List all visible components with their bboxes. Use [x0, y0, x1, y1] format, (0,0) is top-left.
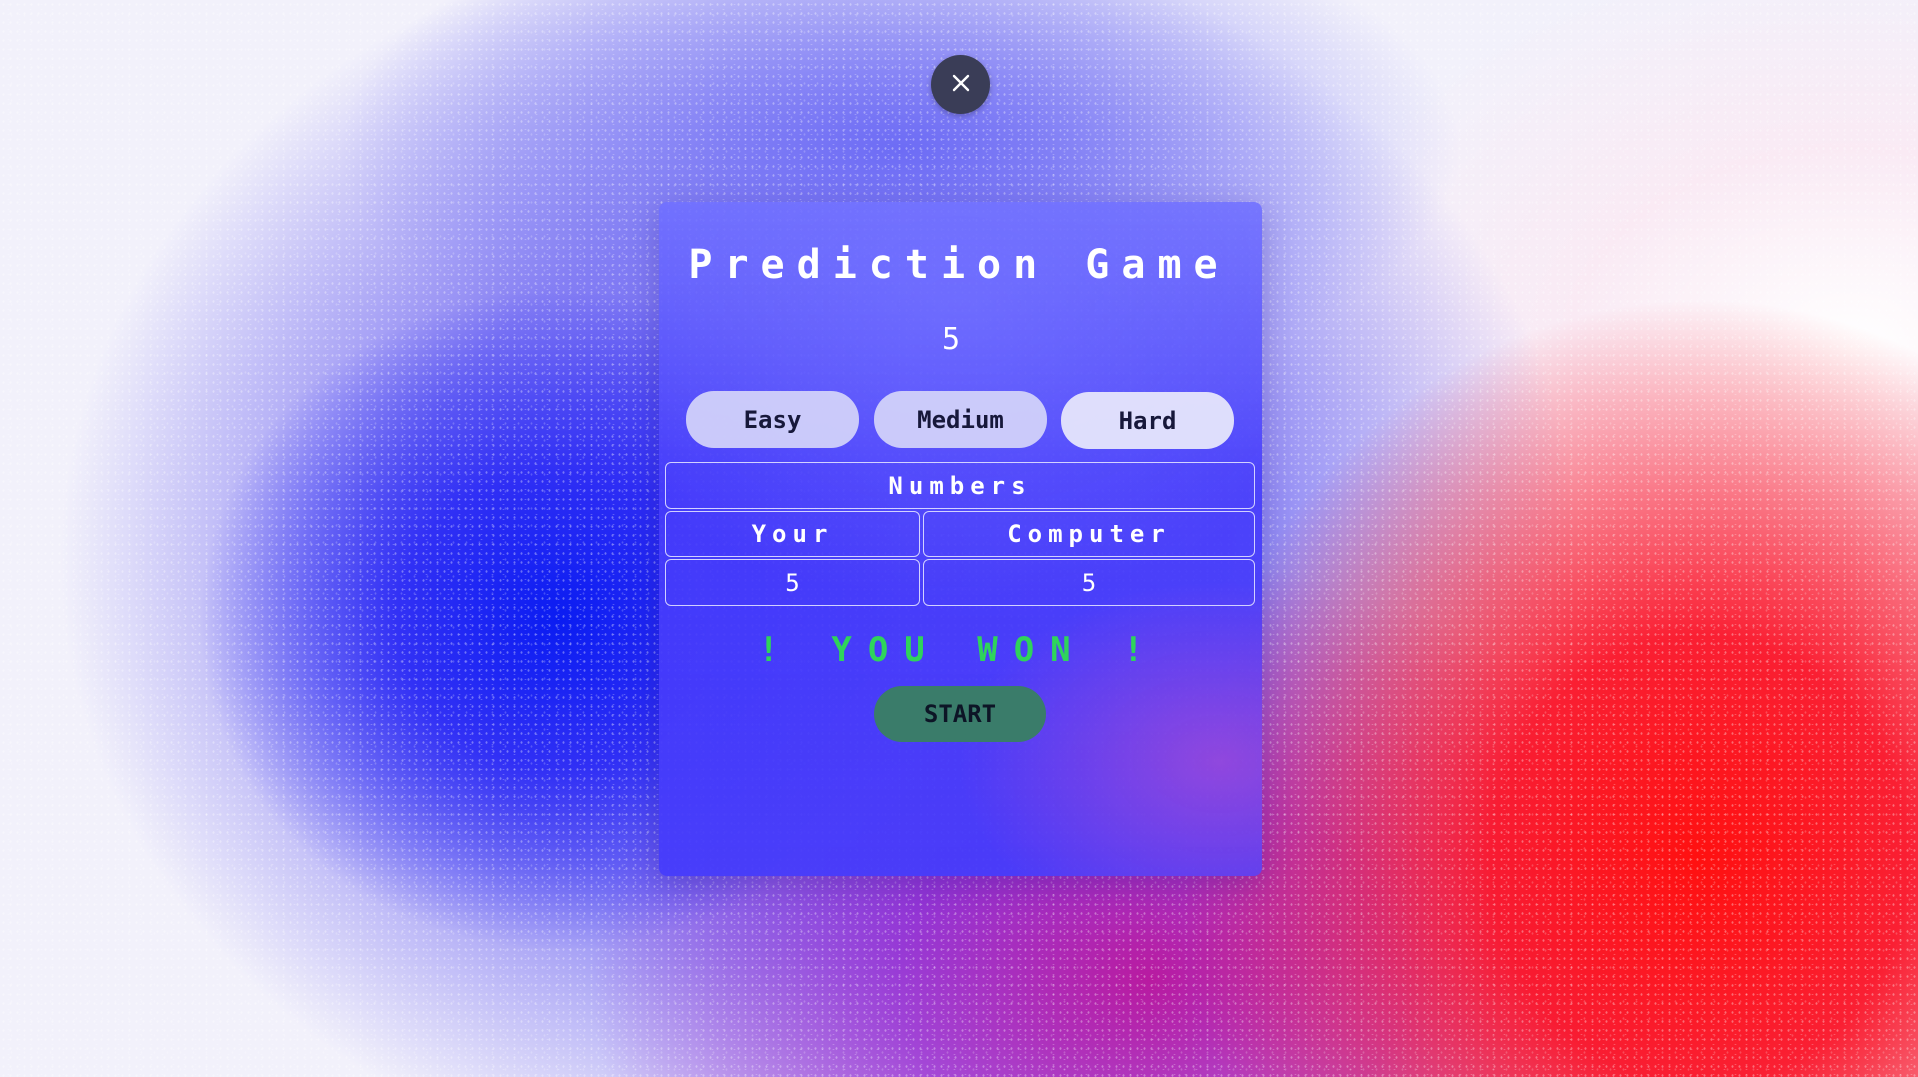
computer-label: Computer: [923, 511, 1255, 557]
medium-button[interactable]: Medium: [874, 391, 1047, 448]
computer-number: 5: [923, 559, 1255, 606]
start-button[interactable]: START: [874, 686, 1046, 742]
close-icon: [951, 73, 971, 97]
game-title: Prediction Game: [688, 242, 1230, 288]
result-message: ! YOU WON !: [758, 630, 1160, 670]
easy-button[interactable]: Easy: [686, 391, 859, 448]
target-number: 5: [941, 322, 961, 357]
close-button[interactable]: [931, 55, 990, 114]
numbers-header: Numbers: [665, 462, 1255, 509]
your-number: 5: [665, 559, 920, 606]
hard-button[interactable]: Hard: [1061, 392, 1234, 449]
your-label: Your: [665, 511, 920, 557]
